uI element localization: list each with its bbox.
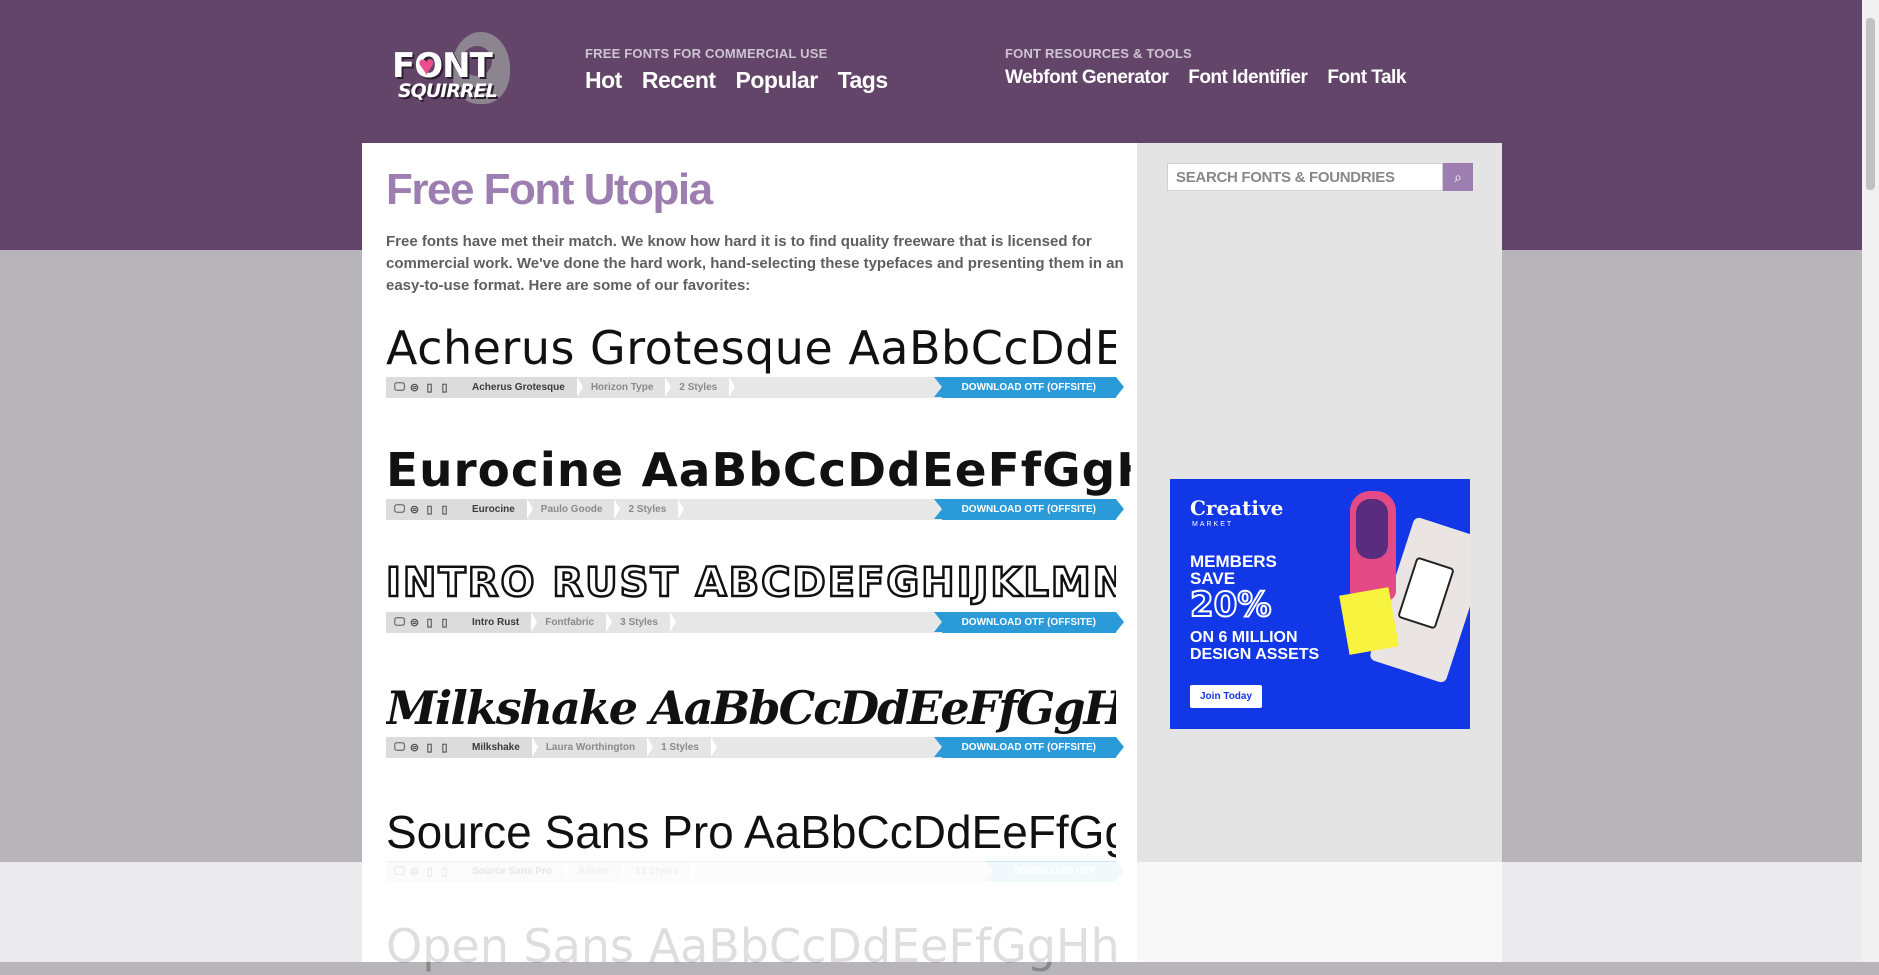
font-meta-bar: 🖵 ⊜ ▯ ▯ Eurocine Paulo Goode 2 Styles DO… <box>386 499 1125 520</box>
font-name-link[interactable]: Source Sans Pro <box>458 861 571 882</box>
page-title: Free Font Utopia <box>386 165 713 214</box>
nav-free-fonts-links: Hot Recent Popular Tags <box>585 67 888 94</box>
web-icon: ⊜ <box>409 866 420 878</box>
font-name-link[interactable]: Acherus Grotesque <box>458 377 583 398</box>
epub-icon: ▯ <box>441 617 448 629</box>
styles-count: 2 Styles <box>614 499 685 520</box>
font-sample[interactable]: Acherus Grotesque AaBbCcDdE <box>386 321 1116 377</box>
search-icon: ⌕ <box>1454 168 1462 185</box>
desktop-icon: 🖵 <box>394 381 405 393</box>
styles-count: 1 Styles <box>647 737 717 758</box>
desktop-icon: 🖵 <box>394 741 405 753</box>
nav-link-webfont-generator[interactable]: Webfont Generator <box>1005 67 1169 89</box>
nav-resources-links: Webfont Generator Font Identifier Font T… <box>1005 67 1406 89</box>
download-button[interactable]: DOWNLOAD OTF (OFFSITE) <box>933 499 1125 520</box>
sidebar: ⌕ Creative MARKET MEMBERS SAVE 20% ON 6 … <box>1137 143 1502 962</box>
epub-icon: ▯ <box>441 866 448 878</box>
scrollbar-thumb[interactable] <box>1866 18 1875 190</box>
font-item-source-sans-pro: Source Sans Pro AaBbCcDdEeFfGgHh 🖵 ⊜ ▯ ▯… <box>386 805 1124 882</box>
font-sample[interactable]: Source Sans Pro AaBbCcDdEeFfGgHh <box>386 805 1116 861</box>
foundry-link[interactable]: Laura Worthington <box>531 737 654 758</box>
page-scrollbar[interactable] <box>1862 0 1879 962</box>
main-content: Free Font Utopia Free fonts have met the… <box>362 143 1137 973</box>
styles-count: 3 Styles <box>606 612 676 633</box>
nav-link-font-talk[interactable]: Font Talk <box>1327 67 1406 89</box>
epub-icon: ▯ <box>441 504 448 516</box>
app-icon: ▯ <box>426 504 433 516</box>
web-icon: ⊜ <box>409 617 420 629</box>
download-button[interactable]: DOWNLOAD OTF (OFFSITE) <box>933 737 1125 758</box>
nav-free-fonts: FREE FONTS FOR COMMERCIAL USE Hot Recent… <box>585 46 888 94</box>
web-icon: ⊜ <box>409 742 420 754</box>
nav-link-popular[interactable]: Popular <box>736 67 819 94</box>
styles-count: 12 Styles <box>621 861 697 882</box>
download-button[interactable]: DOWNLOAD OTF <box>985 861 1124 882</box>
desktop-icon: 🖵 <box>394 865 405 877</box>
platform-icons: 🖵 ⊜ ▯ ▯ <box>386 377 458 398</box>
nav-resources-title: FONT RESOURCES & TOOLS <box>1005 46 1192 61</box>
font-meta-bar: 🖵 ⊜ ▯ ▯ Source Sans Pro Adobe 12 Styles … <box>386 861 1124 882</box>
font-meta-bar: 🖵 ⊜ ▯ ▯ Milkshake Laura Worthington 1 St… <box>386 737 1125 758</box>
font-item-intro-rust: INTRO RUST ABCDEFGHIJKLMN 🖵 ⊜ ▯ ▯ Intro … <box>386 556 1125 633</box>
desktop-icon: 🖵 <box>394 503 405 515</box>
ad-artwork <box>1339 491 1470 691</box>
ad-percent: 20% <box>1189 584 1272 626</box>
search-input[interactable] <box>1167 163 1443 191</box>
web-icon: ⊜ <box>409 504 420 516</box>
app-icon: ▯ <box>426 866 433 878</box>
font-name-link[interactable]: Eurocine <box>458 499 533 520</box>
nav-link-hot[interactable]: Hot <box>585 67 622 94</box>
font-meta-bar: 🖵 ⊜ ▯ ▯ Acherus Grotesque Horizon Type 2… <box>386 377 1125 398</box>
font-meta-bar: 🖵 ⊜ ▯ ▯ Intro Rust Fontfabric 3 Styles D… <box>386 612 1125 633</box>
nav-link-recent[interactable]: Recent <box>642 67 716 94</box>
intro-text: Free fonts have met their match. We know… <box>386 233 1124 294</box>
foundry-link[interactable]: Adobe <box>564 861 628 882</box>
font-name-link[interactable]: Intro Rust <box>458 612 538 633</box>
heart-icon: ♥ <box>418 50 435 81</box>
foundry-link[interactable]: Fontfabric <box>531 612 612 633</box>
ad-headline: MEMBERS SAVE <box>1190 552 1277 588</box>
font-item-eurocine: Eurocine AaBbCcDdEeFfGgHh 🖵 ⊜ ▯ ▯ Euroci… <box>386 443 1131 520</box>
epub-icon: ▯ <box>441 742 448 754</box>
font-name-link[interactable]: Milkshake <box>458 737 538 758</box>
nav-resources: FONT RESOURCES & TOOLS Webfont Generator… <box>1005 46 1406 89</box>
ad-join-button[interactable]: Join Today <box>1190 685 1263 708</box>
creative-market-ad[interactable]: Creative MARKET MEMBERS SAVE 20% ON 6 MI… <box>1170 479 1470 729</box>
nav-free-fonts-title: FREE FONTS FOR COMMERCIAL USE <box>585 46 828 61</box>
epub-icon: ▯ <box>441 382 448 394</box>
ad-brand-sub: MARKET <box>1192 521 1234 528</box>
font-item-open-sans: Open Sans AaBbCcDdEeFfGgHhIiJj <box>386 919 1116 975</box>
search-form: ⌕ <box>1167 163 1473 191</box>
styles-count: 2 Styles <box>665 377 736 398</box>
font-sample[interactable]: INTRO RUST ABCDEFGHIJKLMN <box>386 556 1116 612</box>
desktop-icon: 🖵 <box>394 616 405 628</box>
foundry-link[interactable]: Paulo Goode <box>526 499 621 520</box>
platform-icons: 🖵 ⊜ ▯ ▯ <box>386 737 458 758</box>
app-icon: ▯ <box>426 382 433 394</box>
download-button[interactable]: DOWNLOAD OTF (OFFSITE) <box>933 612 1125 633</box>
search-button[interactable]: ⌕ <box>1443 163 1473 191</box>
foundry-link[interactable]: Horizon Type <box>576 377 671 398</box>
font-sample[interactable]: Eurocine AaBbCcDdEeFfGgHh <box>386 443 1131 499</box>
font-sample[interactable]: Milkshake AaBbCcDdEeFfGgHhIiJj <box>386 681 1116 737</box>
font-sample[interactable]: Open Sans AaBbCcDdEeFfGgHhIiJj <box>386 919 1116 975</box>
font-item-acherus-grotesque: Acherus Grotesque AaBbCcDdE 🖵 ⊜ ▯ ▯ Ache… <box>386 321 1125 398</box>
web-icon: ⊜ <box>409 382 420 394</box>
platform-icons: 🖵 ⊜ ▯ ▯ <box>386 861 458 882</box>
nav-link-tags[interactable]: Tags <box>838 67 888 94</box>
nav-link-font-identifier[interactable]: Font Identifier <box>1188 67 1308 89</box>
app-icon: ▯ <box>426 617 433 629</box>
platform-icons: 🖵 ⊜ ▯ ▯ <box>386 612 458 633</box>
app-icon: ▯ <box>426 742 433 754</box>
logo-line2: SQUIRREL <box>398 80 498 102</box>
platform-icons: 🖵 ⊜ ▯ ▯ <box>386 499 458 520</box>
font-squirrel-logo[interactable]: FONT ♥ SQUIRREL <box>390 30 522 108</box>
ad-brand: Creative <box>1190 496 1284 520</box>
font-item-milkshake: Milkshake AaBbCcDdEeFfGgHhIiJj 🖵 ⊜ ▯ ▯ M… <box>386 681 1125 758</box>
ad-subline: ON 6 MILLION DESIGN ASSETS <box>1190 629 1320 663</box>
download-button[interactable]: DOWNLOAD OTF (OFFSITE) <box>933 377 1125 398</box>
